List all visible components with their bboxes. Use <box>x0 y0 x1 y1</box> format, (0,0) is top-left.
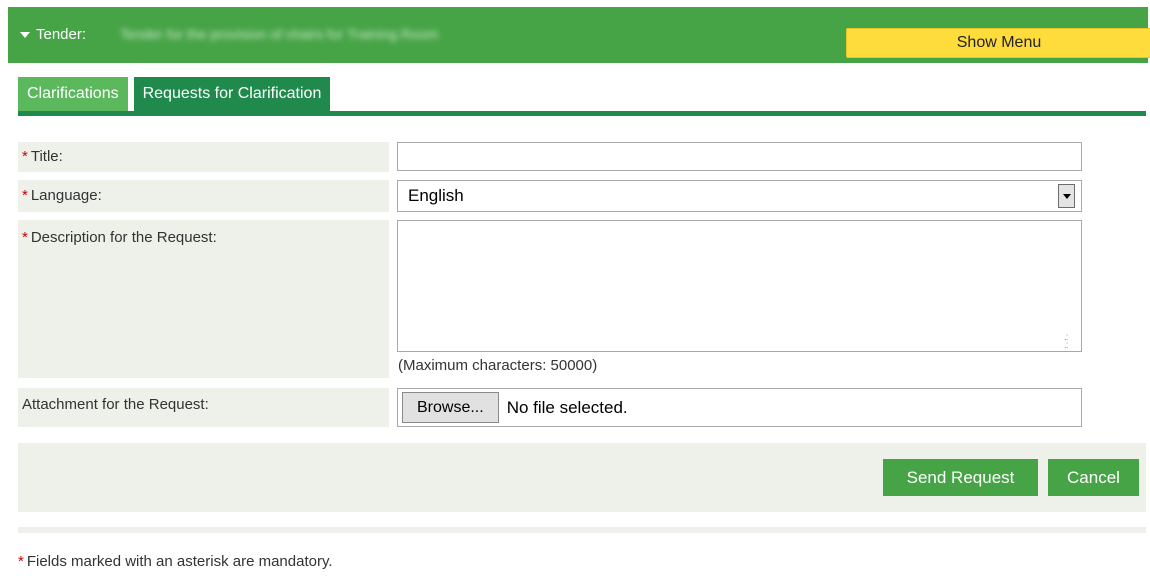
required-asterisk: * <box>22 148 28 165</box>
send-request-button[interactable]: Send Request <box>883 459 1038 496</box>
tab-requests-for-clarification[interactable]: Requests for Clarification <box>133 77 331 111</box>
tab-bar: Clarifications Requests for Clarificatio… <box>18 77 331 111</box>
header-bar: Tender: Tender for the provision of chai… <box>8 7 1150 63</box>
footnote-text: Fields marked with an asterisk are manda… <box>26 553 333 570</box>
language-label-text: Language: <box>30 187 102 204</box>
language-label: * Language: <box>18 180 389 212</box>
required-asterisk: * <box>18 553 24 570</box>
attachment-file-input[interactable]: Browse... No file selected. <box>397 388 1082 427</box>
dropdown-arrow-icon[interactable] <box>1058 184 1075 208</box>
tender-label-text: Tender: <box>36 26 87 43</box>
resize-grip-icon[interactable]: .:.: <box>1064 333 1068 351</box>
max-characters-hint: (Maximum characters: 50000) <box>398 357 598 374</box>
description-label-text: Description for the Request: <box>30 229 217 246</box>
title-input[interactable] <box>397 142 1082 171</box>
language-select[interactable]: English <box>397 180 1082 212</box>
browse-button[interactable]: Browse... <box>402 392 499 423</box>
chevron-down-icon <box>20 31 30 38</box>
file-status-text: No file selected. <box>506 397 628 417</box>
title-label-text: Title: <box>30 148 63 165</box>
required-asterisk: * <box>22 187 28 204</box>
mandatory-footnote: * Fields marked with an asterisk are mand… <box>18 553 333 570</box>
description-label: * Description for the Request: <box>18 220 389 378</box>
tab-divider <box>18 111 1146 116</box>
required-asterisk: * <box>22 229 28 246</box>
footer-divider <box>18 527 1146 533</box>
tender-toggle[interactable]: Tender: <box>20 26 86 43</box>
description-textarea[interactable] <box>397 220 1082 352</box>
tender-name: Tender for the provision of chairs for T… <box>120 26 439 42</box>
title-label: * Title: <box>18 142 389 172</box>
language-selected-value: English <box>408 186 464 205</box>
attachment-label: Attachment for the Request: <box>18 388 389 427</box>
cancel-button[interactable]: Cancel <box>1048 459 1139 496</box>
attachment-label-text: Attachment for the Request: <box>22 396 209 413</box>
show-menu-button[interactable]: Show Menu <box>846 28 1150 58</box>
tab-clarifications[interactable]: Clarifications <box>18 77 128 111</box>
